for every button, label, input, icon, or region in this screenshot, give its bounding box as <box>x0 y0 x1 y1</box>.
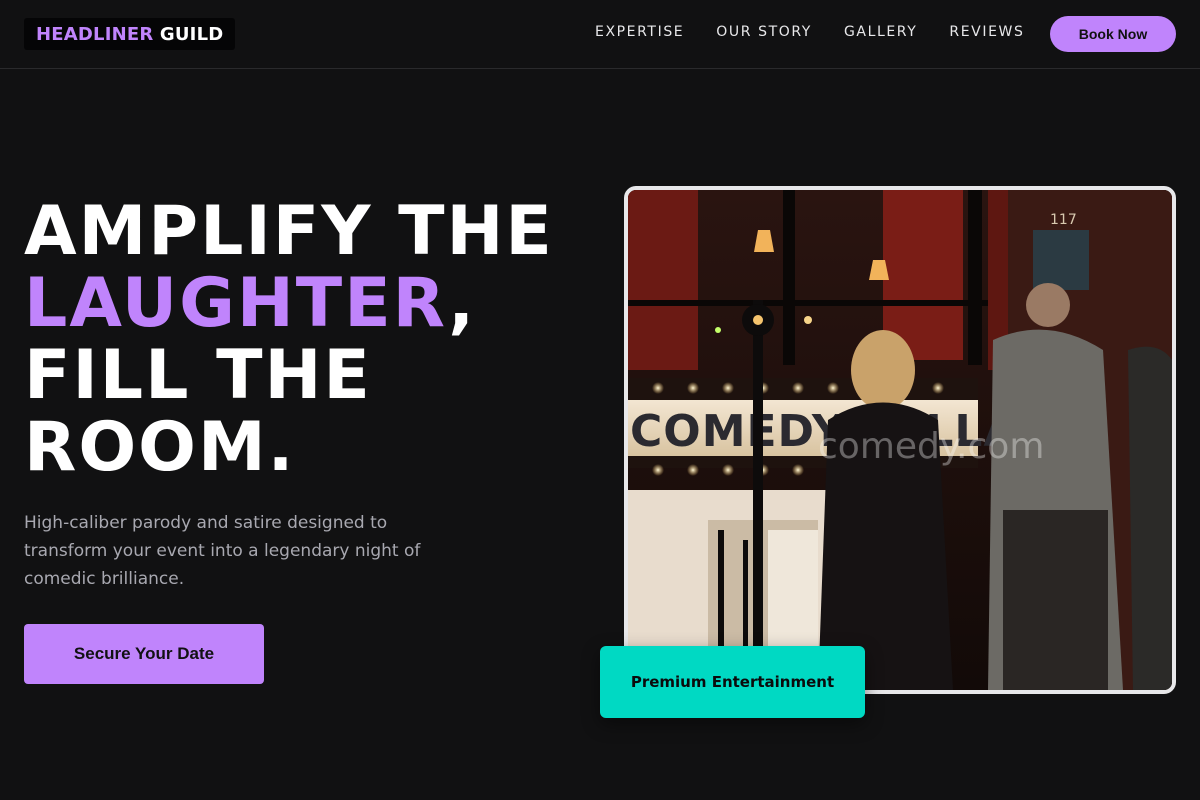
hero-photo: 117 COMEDY CELLAR comedy.com <box>624 186 1176 694</box>
headline-line-2: LAUGHTER, <box>24 268 554 340</box>
hero-subtext: High-caliber parody and satire designed … <box>24 513 421 589</box>
logo-plain-text: GUILD <box>153 23 224 45</box>
main-nav: EXPERTISE OUR STORY GALLERY REVIEWS <box>595 24 1024 40</box>
photo-door-number: 117 <box>1050 212 1077 228</box>
secure-your-date-button[interactable]: Secure Your Date <box>24 624 264 684</box>
logo-accent-text: HEADLINER <box>36 23 154 45</box>
headline-line-1: AMPLIFY THE <box>24 192 554 271</box>
nav-link-reviews[interactable]: REVIEWS <box>949 24 1024 40</box>
hero-headline: AMPLIFY THE LAUGHTER, FILL THE ROOM. <box>24 196 554 484</box>
headline-highlight: LAUGHTER <box>24 264 449 343</box>
photo-watermark: comedy.com <box>818 426 1044 467</box>
premium-entertainment-badge: Premium Entertainment <box>600 646 865 718</box>
nav-link-gallery[interactable]: GALLERY <box>844 24 917 40</box>
site-header: HEADLINER GUILD EXPERTISE OUR STORY GALL… <box>0 0 1200 69</box>
headline-line-3: FILL THE <box>24 336 372 415</box>
nav-link-our-story[interactable]: OUR STORY <box>716 24 812 40</box>
headline-comma: , <box>448 264 477 343</box>
logo[interactable]: HEADLINER GUILD <box>24 18 236 50</box>
nav-link-expertise[interactable]: EXPERTISE <box>595 24 684 40</box>
book-now-button[interactable]: Book Now <box>1050 16 1176 52</box>
headline-line-4: ROOM. <box>24 408 296 487</box>
